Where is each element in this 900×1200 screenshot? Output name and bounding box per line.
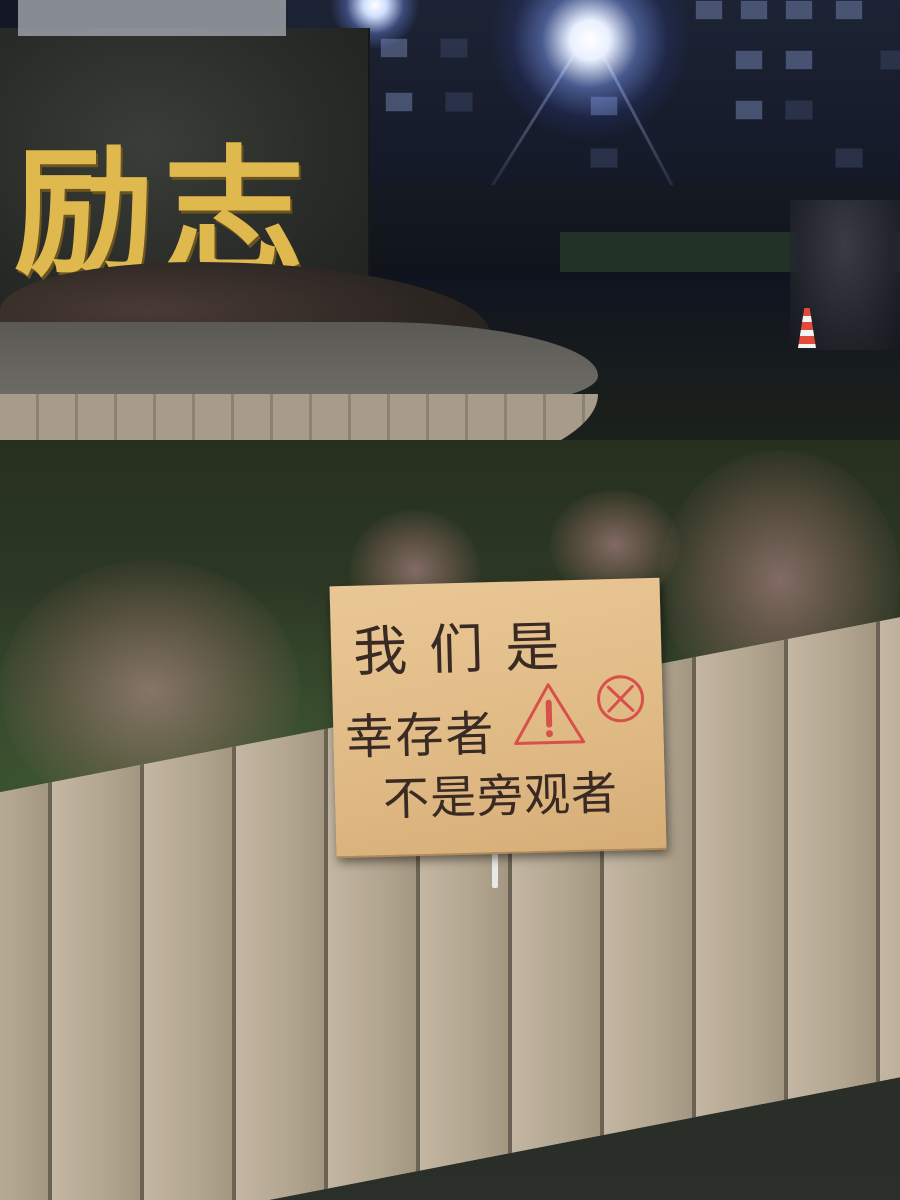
- deck-plank: [788, 621, 880, 1100]
- building-window: [385, 92, 413, 112]
- building-window: [880, 50, 900, 70]
- prohibited-circle-x-icon: [597, 675, 645, 723]
- building-window: [835, 148, 863, 168]
- building-window: [735, 100, 763, 120]
- warning-triangle-icon: [514, 683, 586, 746]
- building-window: [785, 0, 813, 20]
- deck-plank: [236, 728, 328, 1200]
- building-window: [785, 50, 813, 70]
- deck-plank: [0, 782, 52, 1200]
- building-window: [445, 92, 473, 112]
- building-window: [695, 0, 723, 20]
- deck-plank: [880, 603, 900, 1082]
- building-window: [440, 38, 468, 58]
- deck-plank: [52, 764, 144, 1200]
- building-window: [785, 100, 813, 120]
- sign-line-1: 我们是: [352, 614, 583, 684]
- deck-plank: [696, 639, 788, 1117]
- building-window: [590, 148, 618, 168]
- night-scene-photo: 励志 我们是 幸存者 不是旁观者: [0, 0, 900, 1200]
- sign-line-3: 不是旁观者: [382, 765, 619, 827]
- sign-line-2: 幸存者: [344, 706, 497, 766]
- building-window: [740, 0, 768, 20]
- deck-plank: [144, 746, 236, 1200]
- monument-cap: [18, 0, 286, 36]
- cardboard-sign: 我们是 幸存者 不是旁观者: [329, 577, 667, 857]
- building-window: [835, 0, 863, 20]
- building-window: [735, 50, 763, 70]
